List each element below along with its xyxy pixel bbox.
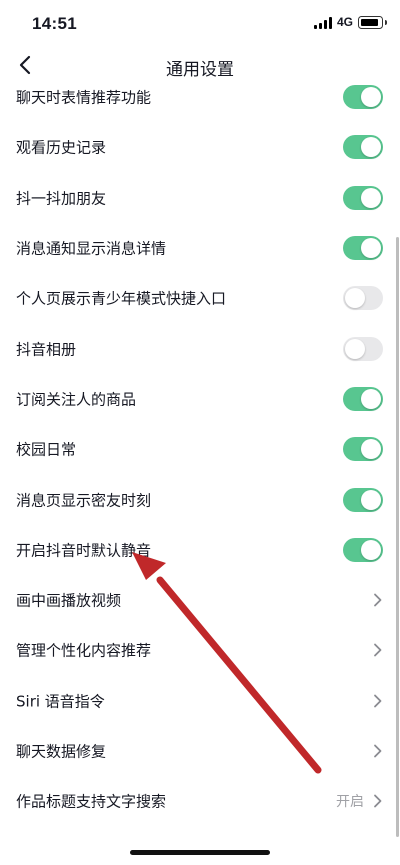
setting-value: 开启	[336, 794, 364, 811]
settings-list: 聊天时表情推荐功能 观看历史记录 抖一抖加朋友消息通知显示消息详情个人页展示青少年模…	[0, 72, 400, 826]
setting-label: Siri 语音指令	[16, 692, 105, 711]
setting-row: 个人页展示青少年模式快捷入口	[0, 273, 400, 323]
setting-row: 订阅关注人的商品	[0, 374, 400, 424]
setting-row: 消息页显示密友时刻	[0, 474, 400, 524]
setting-label: 抖音相册	[16, 340, 77, 359]
setting-row: 开启抖音时默认静音	[0, 525, 400, 575]
toggle-switch[interactable]	[343, 185, 383, 210]
toggle-switch[interactable]	[343, 537, 383, 562]
setting-row: 观看历史记录	[0, 122, 400, 172]
network-type: 4G	[337, 15, 354, 29]
toggle-switch[interactable]	[343, 487, 383, 512]
home-indicator	[130, 850, 270, 855]
setting-label: 开启抖音时默认静音	[16, 541, 152, 560]
setting-label: 消息通知显示消息详情	[16, 239, 167, 258]
setting-label: 聊天时表情推荐功能	[16, 88, 152, 107]
battery-icon	[358, 16, 387, 29]
toggle-knob	[345, 288, 365, 309]
setting-label: 观看历史记录	[16, 138, 107, 157]
setting-label: 校园日常	[16, 440, 77, 459]
setting-label: 抖一抖加朋友	[16, 189, 107, 208]
setting-row: 校园日常	[0, 424, 400, 474]
setting-row: 聊天时表情推荐功能	[0, 72, 400, 122]
toggle-switch[interactable]	[343, 286, 383, 311]
scrollbar[interactable]	[396, 237, 399, 837]
toggle-knob	[361, 439, 381, 460]
toggle-switch[interactable]	[343, 236, 383, 261]
chevron-right-icon	[374, 694, 382, 708]
toggle-knob	[361, 187, 381, 208]
toggle-knob	[361, 238, 381, 259]
toggle-knob	[361, 489, 381, 510]
setting-row[interactable]: 画中画播放视频	[0, 575, 400, 625]
toggle-switch[interactable]	[343, 85, 383, 110]
setting-label: 作品标题支持文字搜索	[16, 792, 167, 811]
setting-label: 聊天数据修复	[16, 742, 107, 761]
setting-row[interactable]: Siri 语音指令	[0, 676, 400, 726]
toggle-knob	[361, 137, 381, 158]
setting-label: 订阅关注人的商品	[16, 390, 137, 409]
status-bar: 14:51 4G	[0, 0, 400, 44]
toggle-knob	[361, 87, 381, 108]
toggle-switch[interactable]	[343, 135, 383, 160]
setting-row: 抖音相册	[0, 323, 400, 373]
toggle-switch[interactable]	[343, 336, 383, 361]
setting-row[interactable]: 聊天数据修复	[0, 726, 400, 776]
setting-label: 消息页显示密友时刻	[16, 491, 152, 510]
chevron-right-icon	[374, 644, 382, 657]
setting-row[interactable]: 作品标题支持文字搜索 开启	[0, 776, 400, 826]
setting-label: 个人页展示青少年模式快捷入口	[16, 289, 227, 308]
setting-label: 画中画播放视频	[16, 591, 122, 610]
toggle-knob	[345, 338, 365, 359]
toggle-knob	[361, 539, 381, 560]
setting-row: 消息通知显示消息详情	[0, 223, 400, 273]
setting-label: 管理个性化内容推荐	[16, 641, 152, 660]
chevron-right-icon	[374, 593, 382, 607]
setting-row[interactable]: 管理个性化内容推荐	[0, 625, 400, 675]
status-time: 14:51	[32, 14, 77, 33]
setting-row: 抖一抖加朋友	[0, 173, 400, 223]
cellular-signal-icon	[314, 17, 332, 29]
toggle-switch[interactable]	[343, 386, 383, 411]
toggle-switch[interactable]	[343, 437, 383, 462]
chevron-right-icon	[374, 744, 382, 758]
toggle-knob	[361, 388, 381, 409]
chevron-right-icon	[374, 794, 382, 808]
